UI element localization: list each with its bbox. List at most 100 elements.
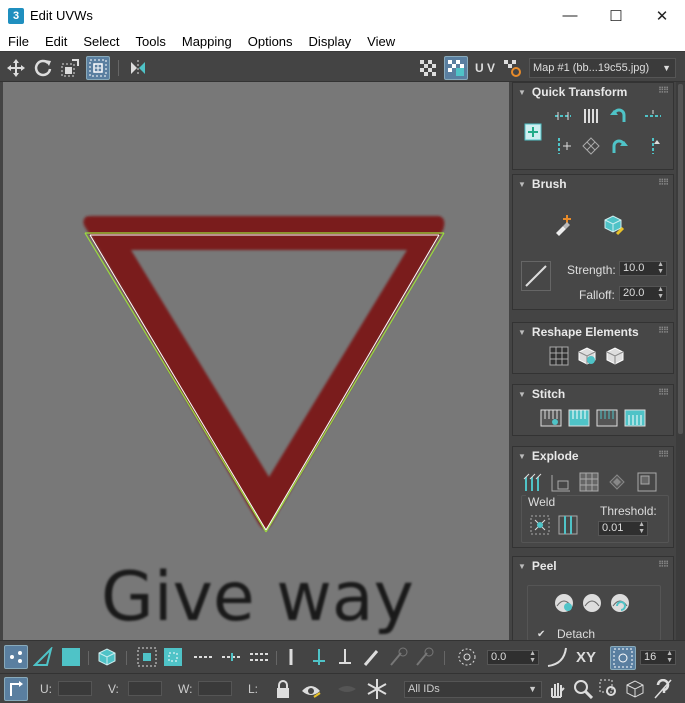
v-field[interactable] [128, 681, 162, 696]
face-mode-icon[interactable] [60, 646, 82, 668]
select-element-uv-icon[interactable] [280, 646, 302, 668]
rotate-ccw-icon[interactable] [607, 105, 631, 127]
split-by-smoothing-icon[interactable] [549, 471, 573, 493]
limit-selection-icon[interactable] [610, 646, 636, 670]
hide-icon[interactable] [300, 678, 322, 700]
rotate-cw-icon[interactable] [607, 135, 631, 157]
ids-select[interactable]: All IDs ▼ [404, 681, 542, 698]
menu-tools[interactable]: Tools [128, 34, 174, 49]
menu-file[interactable]: File [0, 34, 37, 49]
close-button[interactable]: ✕ [639, 0, 685, 31]
move-icon[interactable] [4, 56, 28, 80]
relax-until-flat-icon[interactable] [603, 345, 627, 367]
unhide-icon[interactable] [336, 678, 358, 700]
explode-header[interactable]: ▼ Explode ⠿⠿ [513, 447, 673, 465]
peel-header[interactable]: ▼ Peel ⠿⠿ [513, 557, 673, 575]
weld-target-icon[interactable] [556, 514, 580, 536]
soft-selection-spinner[interactable]: 0.0 ▲ ▼ [487, 650, 539, 665]
break-icon[interactable] [521, 471, 545, 493]
falloff-curve-icon[interactable] [546, 646, 568, 668]
stitch-custom-icon[interactable] [539, 407, 563, 429]
detach-checkbox[interactable]: ✔ [537, 629, 548, 640]
brush-header[interactable]: ▼ Brush ⠿⠿ [513, 175, 673, 193]
menu-mapping[interactable]: Mapping [174, 34, 240, 49]
soft-selection-icon[interactable] [456, 646, 478, 668]
freeform-mode-icon[interactable] [86, 56, 110, 80]
minimize-button[interactable]: — [547, 0, 593, 31]
weld-selected-icon[interactable] [528, 514, 552, 536]
rollout-panel: ▼ Quick Transform ⠿⠿ ▼ Brush ⠿⠿ Strength: 10… [512, 82, 676, 640]
menu-edit[interactable]: Edit [37, 34, 75, 49]
texture-text: Give way [101, 558, 414, 637]
vertex-mode-icon[interactable] [4, 645, 28, 669]
w-field[interactable] [198, 681, 232, 696]
mirror-icon[interactable] [126, 56, 150, 80]
brush-size-icon[interactable] [388, 646, 410, 668]
menu-display[interactable]: Display [301, 34, 360, 49]
threshold-spinner[interactable]: 0.01 ▲ ▼ [598, 521, 648, 536]
freeze-icon[interactable] [366, 678, 388, 700]
grow-selection-icon[interactable] [136, 646, 158, 668]
scrollbar-thumb[interactable] [678, 84, 683, 434]
align-top-icon[interactable] [641, 105, 665, 127]
brush-falloff-curve[interactable] [521, 261, 551, 291]
split-by-polygon-icon[interactable] [577, 471, 601, 493]
rotate-icon[interactable] [31, 56, 55, 80]
map-select[interactable]: Map #1 (bb...19c55.jpg) ▼ [529, 58, 676, 78]
edge-distance-spinner[interactable]: 16 ▲ ▼ [640, 650, 676, 665]
stitch-average-icon[interactable] [595, 407, 619, 429]
maximize-button[interactable]: ☐ [593, 0, 639, 31]
paint-move-icon[interactable] [551, 211, 579, 237]
brush-select-icon[interactable] [360, 646, 382, 668]
space-vertical-icon[interactable] [579, 135, 603, 157]
brush-strength-icon[interactable] [414, 646, 436, 668]
quick-peel-icon[interactable] [552, 592, 576, 614]
align-right-icon[interactable] [641, 135, 665, 157]
ring-select-icon[interactable] [192, 646, 216, 668]
menu-select[interactable]: Select [75, 34, 127, 49]
stitch-to-source-icon[interactable] [567, 407, 591, 429]
zoom-region-icon[interactable] [598, 678, 620, 700]
stitch-to-target-icon[interactable] [623, 407, 647, 429]
strength-spinner[interactable]: 10.0 ▲ ▼ [619, 261, 667, 276]
absolute-offset-icon[interactable] [4, 677, 28, 701]
lock-icon[interactable] [272, 678, 294, 700]
help-icon[interactable] [652, 678, 674, 700]
quick-transform-header[interactable]: ▼ Quick Transform ⠿⠿ [513, 83, 673, 101]
pan-hand-icon[interactable] [546, 678, 568, 700]
straighten-icon[interactable] [547, 345, 571, 367]
shrink-selection-icon[interactable] [162, 646, 184, 668]
scale-icon[interactable] [58, 56, 82, 80]
align-vertical-icon[interactable] [551, 135, 575, 157]
relax-icon[interactable] [575, 345, 599, 367]
loop-select-icon[interactable] [220, 646, 244, 668]
texture-settings-icon[interactable] [500, 56, 524, 80]
zoom-extents-icon[interactable] [624, 678, 646, 700]
stitch-header[interactable]: ▼ Stitch ⠿⠿ [513, 385, 673, 403]
reshape-elements-header[interactable]: ▼ Reshape Elements ⠿⠿ [513, 323, 673, 341]
falloff-spinner[interactable]: 20.0 ▲ ▼ [619, 286, 667, 301]
menu-view[interactable]: View [359, 34, 403, 49]
zoom-icon[interactable] [572, 678, 594, 700]
rollout-scrollbar[interactable] [676, 82, 685, 640]
space-horizontal-icon[interactable] [579, 105, 603, 127]
reset-peel-icon[interactable] [608, 592, 632, 614]
checker-icon[interactable] [416, 56, 440, 80]
show-map-icon[interactable] [444, 56, 468, 80]
edge-loop-icon[interactable] [248, 646, 272, 668]
peel-mode-icon[interactable] [580, 592, 604, 614]
element-mode-icon[interactable] [96, 646, 118, 668]
relax-brush-icon[interactable] [599, 211, 627, 237]
uv-axis-toggle[interactable]: U V [472, 56, 498, 80]
uv-viewport[interactable]: Give way [3, 82, 509, 640]
xy-space-toggle[interactable]: XY [572, 646, 600, 668]
align-center-icon[interactable] [521, 121, 545, 143]
paint-deselect-icon[interactable] [334, 646, 356, 668]
u-field[interactable] [58, 681, 92, 696]
edge-mode-icon[interactable] [32, 646, 54, 668]
split-by-material-icon[interactable] [605, 471, 629, 493]
align-horizontal-icon[interactable] [551, 105, 575, 127]
menu-options[interactable]: Options [240, 34, 301, 49]
flatten-icon[interactable] [635, 471, 659, 493]
paint-select-icon[interactable] [308, 646, 330, 668]
